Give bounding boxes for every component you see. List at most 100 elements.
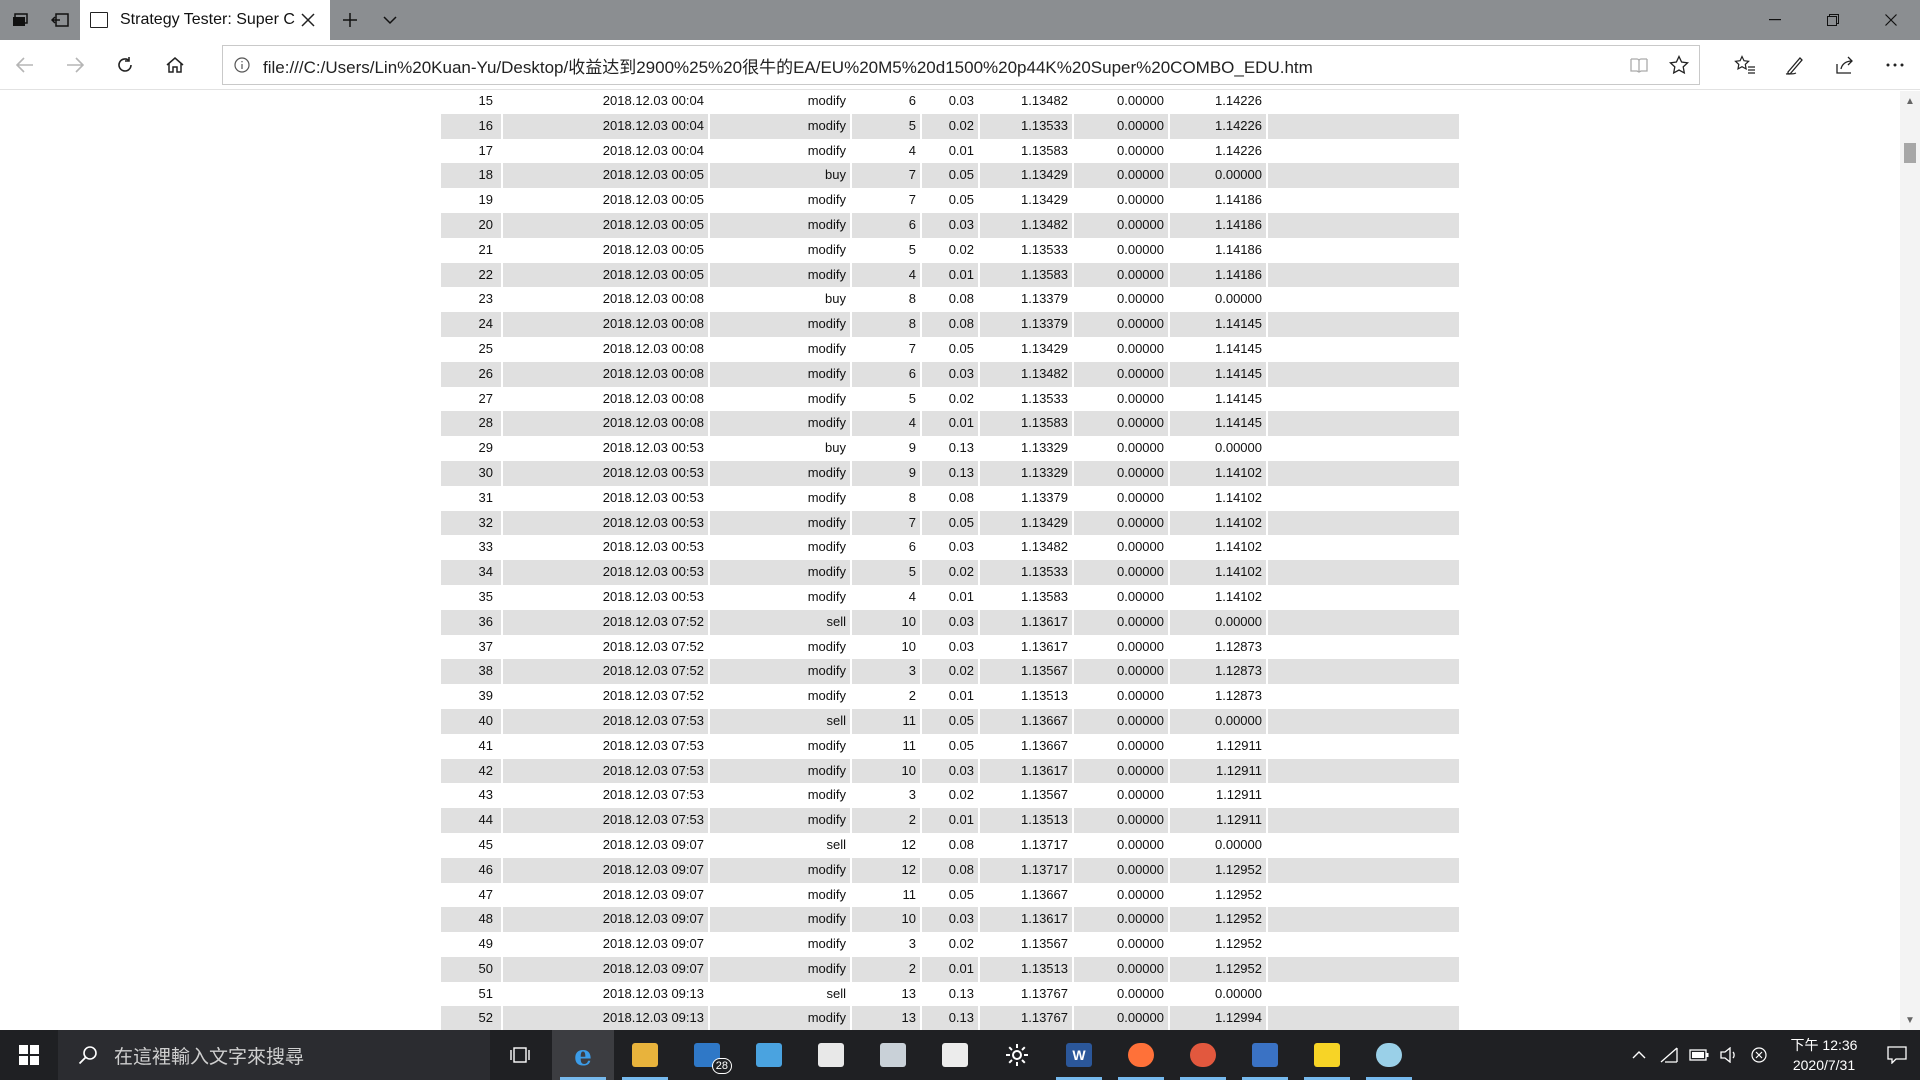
cell-sl: 0.00000 bbox=[1117, 688, 1164, 704]
cell-time: 2018.12.03 00:53 bbox=[602, 489, 704, 505]
word-icon[interactable]: W bbox=[1048, 1030, 1110, 1080]
clock[interactable]: 下午 12:36 2020/7/31 bbox=[1774, 1030, 1874, 1080]
table-row: 38 2018.12.03 07:52 modify 3 0.02 1.13567 0.00… bbox=[441, 659, 1459, 685]
tab-preview-chevron-icon[interactable] bbox=[370, 0, 410, 40]
cell-size: 0.03 bbox=[922, 361, 978, 387]
cell-order: 7 bbox=[908, 192, 916, 208]
scroll-thumb[interactable] bbox=[1904, 143, 1916, 163]
paint-icon[interactable] bbox=[1358, 1030, 1420, 1080]
volume-icon[interactable] bbox=[1714, 1030, 1744, 1080]
back-arrow-icon[interactable] bbox=[0, 40, 50, 90]
cell-type: modify bbox=[807, 539, 846, 555]
vertical-scrollbar[interactable]: ▲ ▼ bbox=[1900, 91, 1920, 1030]
snipping-tool-icon[interactable] bbox=[862, 1030, 924, 1080]
cell-tp: 1.12994 bbox=[1170, 1006, 1266, 1030]
table-row: 51 2018.12.03 09:13 sell 13 0.13 1.13767 0.000… bbox=[441, 982, 1459, 1007]
cell-price: 1.13667 bbox=[1021, 737, 1068, 753]
add-notes-pen-icon[interactable] bbox=[1770, 40, 1820, 90]
cell-tp: 1.14145 bbox=[1170, 411, 1266, 437]
cell-sl: 0.00000 bbox=[1074, 411, 1168, 437]
settings-gear-icon[interactable] bbox=[986, 1030, 1048, 1080]
cell-n: 22 bbox=[441, 262, 501, 288]
mail-icon[interactable]: 28 bbox=[676, 1030, 738, 1080]
cell-price: 1.13429 bbox=[1021, 192, 1068, 208]
cell-price: 1.13513 bbox=[980, 808, 1072, 833]
terminal-app-icon[interactable] bbox=[924, 1030, 986, 1080]
set-tabs-aside-icon[interactable] bbox=[40, 0, 80, 40]
table-row: 33 2018.12.03 00:53 modify 6 0.03 1.13482 0.00… bbox=[441, 535, 1459, 560]
remote-desktop-icon[interactable] bbox=[1234, 1030, 1296, 1080]
cell-type: sell bbox=[826, 836, 846, 852]
restore-icon[interactable] bbox=[1804, 0, 1862, 40]
cell-n: 38 bbox=[441, 659, 501, 685]
store-icon[interactable] bbox=[800, 1030, 862, 1080]
scroll-up-arrow-icon[interactable]: ▲ bbox=[1900, 91, 1920, 111]
cell-n: 33 bbox=[478, 539, 493, 555]
battery-icon[interactable] bbox=[1684, 1030, 1714, 1080]
share-icon[interactable] bbox=[1820, 40, 1870, 90]
sticky-notes-icon[interactable] bbox=[1296, 1030, 1358, 1080]
cell-price: 1.13583 bbox=[980, 411, 1072, 437]
edge-browser-icon[interactable]: e bbox=[552, 1030, 614, 1080]
cell-empty bbox=[1268, 212, 1459, 238]
refresh-icon[interactable] bbox=[100, 40, 150, 90]
home-icon[interactable] bbox=[150, 40, 200, 90]
table-row: 40 2018.12.03 07:53 sell 11 0.05 1.13667 0.000… bbox=[441, 708, 1459, 734]
tab-actions-icon[interactable] bbox=[0, 0, 40, 40]
cell-order: 3 bbox=[908, 936, 916, 952]
cell-time: 2018.12.03 09:13 bbox=[503, 1006, 708, 1030]
close-window-icon[interactable] bbox=[1862, 0, 1920, 40]
more-settings-icon[interactable] bbox=[1870, 40, 1920, 90]
minimize-icon[interactable] bbox=[1746, 0, 1804, 40]
cell-n: 44 bbox=[441, 808, 501, 833]
close-tab-icon[interactable] bbox=[296, 8, 320, 32]
cell-order: 11 bbox=[902, 737, 917, 753]
forward-arrow-icon[interactable] bbox=[50, 40, 100, 90]
cell-n: 19 bbox=[478, 192, 493, 208]
reading-view-icon[interactable] bbox=[1619, 46, 1659, 84]
cell-tp: 1.14186 bbox=[1215, 192, 1262, 208]
new-tab-icon[interactable] bbox=[330, 0, 370, 40]
table-row: 20 2018.12.03 00:05 modify 6 0.03 1.13482 0.00… bbox=[441, 212, 1459, 238]
show-hidden-icons-chevron-icon[interactable] bbox=[1624, 1030, 1654, 1080]
tab-strategy-tester[interactable]: Strategy Tester: Super C bbox=[80, 0, 330, 40]
control-panel-icon[interactable] bbox=[738, 1030, 800, 1080]
cell-size: 0.02 bbox=[922, 659, 978, 685]
address-bar[interactable]: file:///C:/Users/Lin%20Kuan-Yu/Desktop/收… bbox=[222, 45, 1700, 85]
table-row: 47 2018.12.03 09:07 modify 11 0.05 1.13667 0.0… bbox=[441, 883, 1459, 908]
cell-sl: 0.00000 bbox=[1117, 291, 1164, 307]
cell-empty bbox=[1268, 833, 1459, 858]
cell-price: 1.13533 bbox=[980, 113, 1072, 139]
scroll-down-arrow-icon[interactable]: ▼ bbox=[1900, 1010, 1920, 1030]
network-wifi-icon[interactable] bbox=[1654, 1030, 1684, 1080]
cell-size: 0.01 bbox=[948, 688, 974, 704]
action-center-icon[interactable] bbox=[1874, 1030, 1920, 1080]
cell-n: 21 bbox=[478, 241, 493, 257]
cell-time: 2018.12.03 09:07 bbox=[602, 936, 704, 952]
windows-start-icon[interactable] bbox=[0, 1030, 58, 1080]
task-view-icon[interactable] bbox=[490, 1030, 552, 1080]
cell-tp: 1.12952 bbox=[1170, 956, 1266, 982]
cell-order: 2 bbox=[852, 956, 920, 982]
site-info-icon[interactable] bbox=[233, 56, 251, 74]
cell-type: modify bbox=[710, 212, 850, 238]
file-explorer-icon[interactable] bbox=[614, 1030, 676, 1080]
favorites-hub-icon[interactable] bbox=[1720, 40, 1770, 90]
table-row: 28 2018.12.03 00:08 modify 4 0.01 1.13583 0.00… bbox=[441, 411, 1459, 437]
cell-sl: 0.00000 bbox=[1074, 113, 1168, 139]
cell-sl: 0.00000 bbox=[1117, 936, 1164, 952]
cell-price: 1.13717 bbox=[980, 857, 1072, 883]
cell-order: 9 bbox=[908, 440, 916, 456]
cell-sl: 0.00000 bbox=[1074, 560, 1168, 585]
firefox-icon[interactable] bbox=[1110, 1030, 1172, 1080]
cell-n: 28 bbox=[441, 411, 501, 437]
ime-disabled-icon[interactable] bbox=[1744, 1030, 1774, 1080]
red-app-icon[interactable] bbox=[1172, 1030, 1234, 1080]
cell-size: 0.05 bbox=[922, 510, 978, 536]
cell-empty bbox=[1268, 560, 1459, 585]
taskbar-search-box[interactable]: 在這裡輸入文字來搜尋 bbox=[58, 1030, 490, 1080]
favorite-star-icon[interactable] bbox=[1659, 46, 1699, 84]
url-text[interactable]: file:///C:/Users/Lin%20Kuan-Yu/Desktop/收… bbox=[263, 53, 1619, 78]
cell-price: 1.13482 bbox=[1021, 93, 1068, 108]
cell-order: 6 bbox=[852, 212, 920, 238]
